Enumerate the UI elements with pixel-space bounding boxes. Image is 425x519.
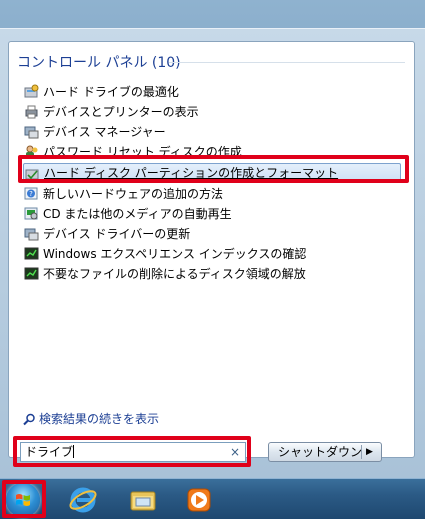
internet-explorer-icon[interactable] [68,485,98,515]
category-heading[interactable]: コントロール パネル (10) [17,52,181,72]
result-label: Windows エクスペリエンス インデックスの確認 [43,247,307,261]
disk-management-icon [25,169,39,180]
result-item[interactable]: Windows エクスペリエンス インデックスの確認 [23,244,401,264]
shutdown-options-arrow-icon[interactable]: ▶ [366,443,373,461]
performance-icon [24,267,39,280]
start-menu: コントロール パネル (10) ハード ドライブの最適化 デバイスとプリンターの… [0,28,425,478]
see-more-results-link[interactable]: 検索結果の続きを表示 [23,410,159,427]
search-box-highlight [13,436,251,467]
help-icon: ? [24,187,38,200]
user-icon [26,145,38,158]
result-list: ハード ドライブの最適化 デバイスとプリンターの表示 デバイス マネージャー パ… [23,82,401,284]
result-item[interactable]: デバイス ドライバーの更新 [23,224,401,244]
result-item[interactable]: CD または他のメディアの自動再生 [23,204,401,224]
shutdown-label: シャットダウン [278,445,363,459]
windows-explorer-icon[interactable] [128,485,158,515]
search-results-panel: コントロール パネル (10) ハード ドライブの最適化 デバイスとプリンターの… [8,41,415,458]
defrag-icon [24,84,39,98]
start-button-highlight [2,480,46,518]
search-icon [23,413,35,426]
result-item-selected[interactable]: ハード ディスク パーティションの作成とフォーマット [23,163,401,183]
result-item[interactable]: デバイス マネージャー [23,122,401,142]
shutdown-button[interactable]: シャットダウン ▶ [268,442,382,462]
result-item[interactable]: ハード ドライブの最適化 [23,82,401,102]
svg-text:?: ? [29,190,33,198]
result-label: ハード ドライブの最適化 [43,85,179,99]
device-manager-icon [24,126,39,139]
result-item[interactable]: パスワード リセット ディスクの作成 [23,142,401,162]
result-label: ハード ディスク パーティションの作成とフォーマット [44,166,339,180]
taskbar [0,478,425,519]
printer-icon [25,105,38,119]
result-label: デバイスとプリンターの表示 [43,105,199,119]
shutdown-divider [361,445,362,459]
see-more-label: 検索結果の続きを表示 [39,412,160,426]
result-label: デバイス マネージャー [43,125,166,139]
performance-icon [24,247,39,260]
result-item[interactable]: 不要なファイルの削除によるディスク領域の解放 [23,264,401,284]
device-driver-icon [24,228,39,241]
result-label: 不要なファイルの削除によるディスク領域の解放 [43,267,306,281]
result-label: デバイス ドライバーの更新 [43,227,191,241]
result-label: パスワード リセット ディスクの作成 [43,145,242,159]
result-label: 新しいハードウェアの追加の方法 [43,187,224,201]
windows-media-player-icon[interactable] [184,485,214,515]
result-item[interactable]: デバイスとプリンターの表示 [23,102,401,122]
result-label: CD または他のメディアの自動再生 [43,207,232,221]
autoplay-icon [24,207,38,220]
result-item[interactable]: ? 新しいハードウェアの追加の方法 [23,184,401,204]
category-divider [169,62,405,63]
